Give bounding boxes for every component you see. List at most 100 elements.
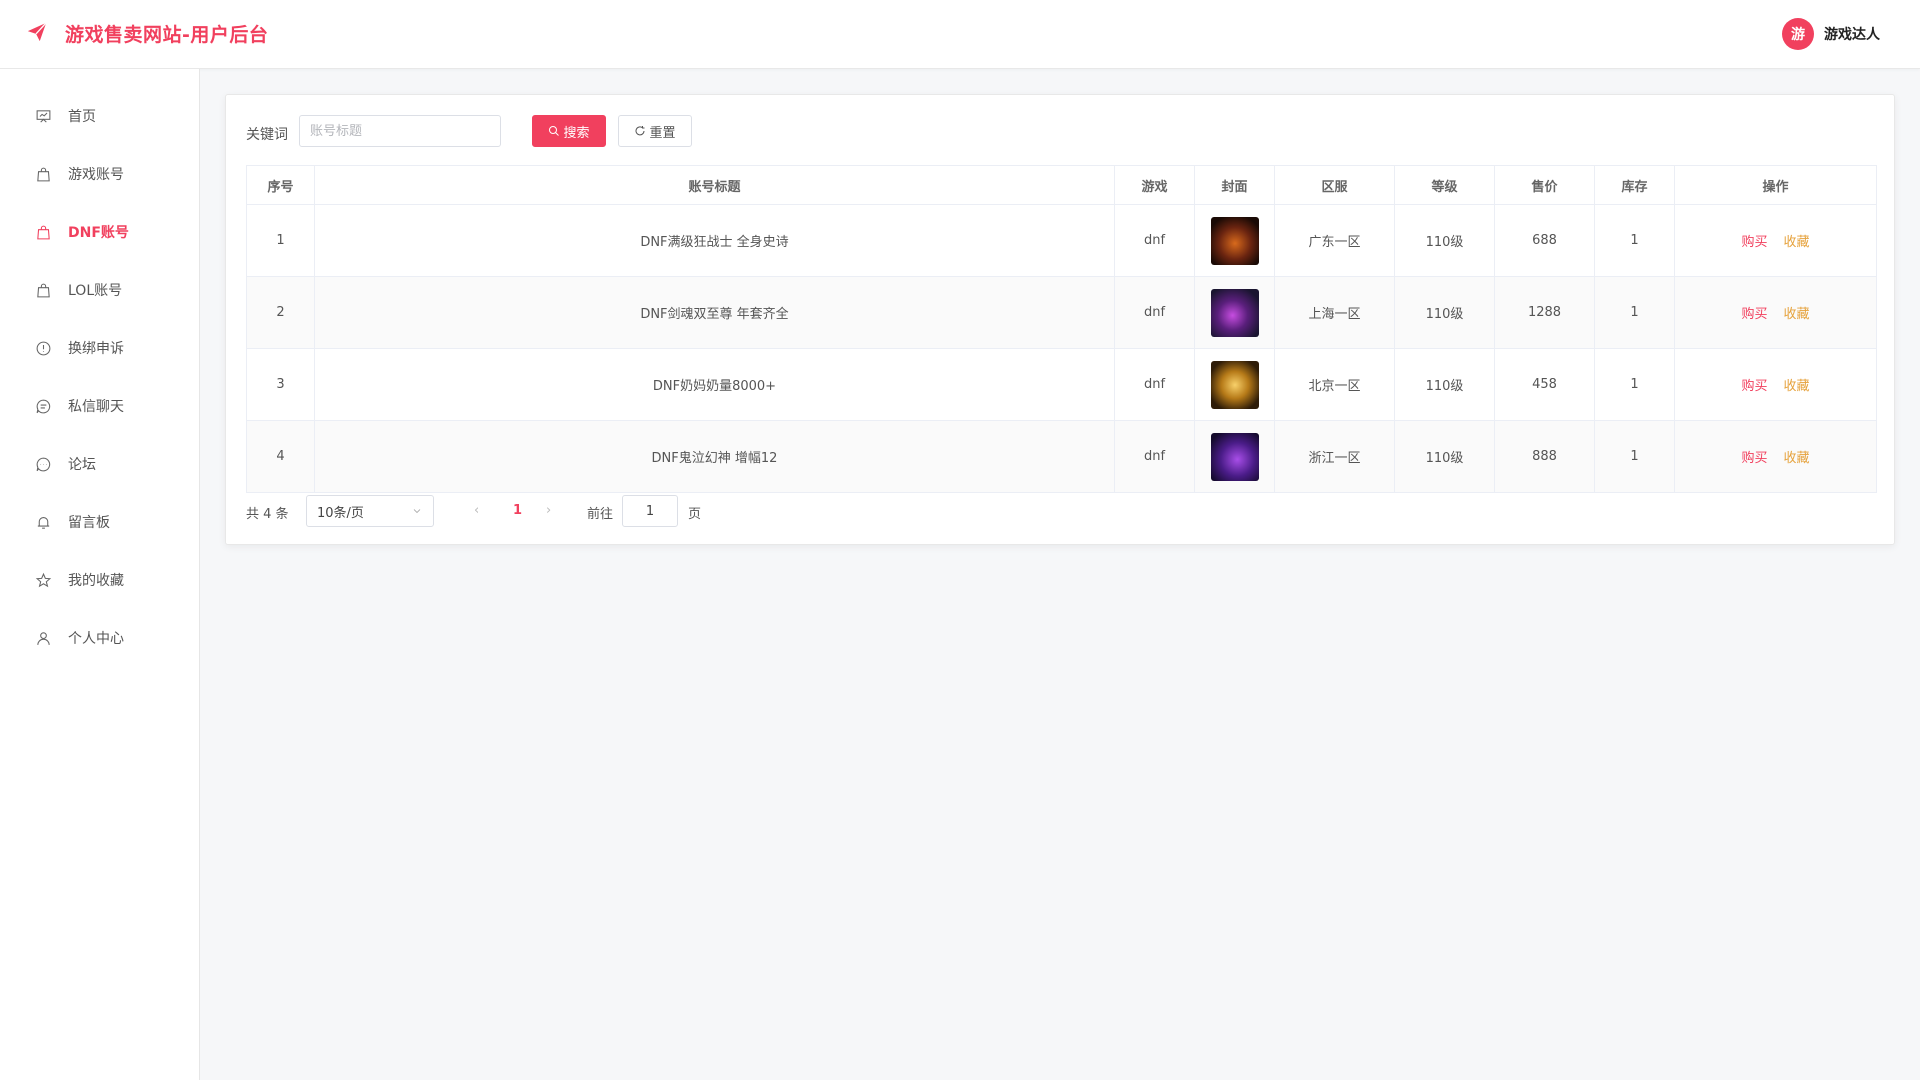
column-header: 账号标题 bbox=[314, 165, 1115, 205]
page-size-select[interactable]: 10条/页 bbox=[306, 495, 434, 527]
stock: 1 bbox=[1594, 348, 1675, 421]
favorite-link[interactable]: 收藏 bbox=[1784, 451, 1810, 466]
stock: 1 bbox=[1594, 204, 1675, 277]
sidebar-item-rebind-appeal[interactable]: 换绑申诉 bbox=[0, 328, 199, 368]
actions-cell: 购买 收藏 bbox=[1674, 420, 1877, 493]
level: 110级 bbox=[1394, 276, 1495, 349]
sidebar-item-label: 我的收藏 bbox=[68, 573, 124, 589]
accounts-table: 序号 账号标题 游戏 封面 区服 等级 售价 库存 操作 1 DNF满级狂战士 … bbox=[246, 165, 1877, 493]
top-header: 游戏售卖网站-用户后台 游 游戏达人 bbox=[0, 0, 1920, 69]
shopping-bag-icon bbox=[34, 281, 52, 299]
cover-cell bbox=[1194, 276, 1275, 349]
search-button[interactable]: 搜索 bbox=[532, 115, 606, 147]
sidebar-item-favorites[interactable]: 我的收藏 bbox=[0, 560, 199, 600]
chat-dots-icon bbox=[34, 455, 52, 473]
chat-lines-icon bbox=[34, 397, 52, 415]
pagination: 共 4 条 10条/页 ‹ 1 › 前往 页 bbox=[246, 495, 846, 527]
cover-cell bbox=[1194, 348, 1275, 421]
reset-button-label: 重置 bbox=[649, 125, 676, 141]
reset-button[interactable]: 重置 bbox=[618, 115, 692, 147]
game-name: dnf bbox=[1114, 420, 1195, 493]
bell-icon bbox=[34, 513, 52, 531]
sidebar-item-message-board[interactable]: 留言板 bbox=[0, 502, 199, 542]
buy-link[interactable]: 购买 bbox=[1741, 379, 1767, 394]
sidebar: 首页 游戏账号 DNF账号 LOL账号 换绑申诉 私信聊天 论坛 留言板 我的收… bbox=[0, 69, 200, 1080]
favorite-link[interactable]: 收藏 bbox=[1784, 379, 1810, 394]
column-header: 操作 bbox=[1674, 165, 1877, 205]
goto-page-input[interactable] bbox=[622, 495, 678, 527]
cover-cell bbox=[1194, 420, 1275, 493]
warning-circle-icon bbox=[34, 339, 52, 357]
table-row[interactable]: 3 DNF奶妈奶量8000+ dnf 北京一区 110级 458 1 购买 收藏 bbox=[246, 348, 1877, 421]
price: 1288 bbox=[1494, 276, 1595, 349]
user-icon bbox=[34, 629, 52, 647]
account-title: DNF满级狂战士 全身史诗 bbox=[314, 204, 1115, 277]
sidebar-item-game-accounts[interactable]: 游戏账号 bbox=[0, 154, 199, 194]
favorite-link[interactable]: 收藏 bbox=[1784, 235, 1810, 250]
price: 888 bbox=[1494, 420, 1595, 493]
column-header: 区服 bbox=[1274, 165, 1395, 205]
total-count: 共 4 条 bbox=[246, 507, 289, 522]
sidebar-item-dnf-accounts[interactable]: DNF账号 bbox=[0, 212, 199, 252]
table-row[interactable]: 1 DNF满级狂战士 全身史诗 dnf 广东一区 110级 688 1 购买 收藏 bbox=[246, 204, 1877, 277]
sidebar-item-label: 论坛 bbox=[68, 457, 96, 473]
table-header-row: 序号 账号标题 游戏 封面 区服 等级 售价 库存 操作 bbox=[246, 165, 1877, 205]
sidebar-item-label: 首页 bbox=[68, 109, 96, 125]
buy-link[interactable]: 购买 bbox=[1741, 307, 1767, 322]
search-input[interactable] bbox=[299, 115, 501, 147]
stock: 1 bbox=[1594, 420, 1675, 493]
buy-link[interactable]: 购买 bbox=[1741, 235, 1767, 250]
next-page-button[interactable]: › bbox=[546, 503, 551, 518]
prev-page-button[interactable]: ‹ bbox=[474, 503, 479, 518]
cover-image[interactable] bbox=[1210, 288, 1259, 337]
favorite-link[interactable]: 收藏 bbox=[1784, 307, 1810, 322]
column-header: 库存 bbox=[1594, 165, 1675, 205]
row-index: 2 bbox=[246, 276, 315, 349]
paper-plane-icon bbox=[26, 21, 48, 47]
presentation-icon bbox=[34, 107, 52, 125]
level: 110级 bbox=[1394, 204, 1495, 277]
sidebar-item-label: DNF账号 bbox=[68, 225, 129, 241]
column-header: 游戏 bbox=[1114, 165, 1195, 205]
price: 458 bbox=[1494, 348, 1595, 421]
actions-cell: 购买 收藏 bbox=[1674, 276, 1877, 349]
table-row[interactable]: 4 DNF鬼泣幻神 增幅12 dnf 浙江一区 110级 888 1 购买 收藏 bbox=[246, 420, 1877, 493]
table-row[interactable]: 2 DNF剑魂双至尊 年套齐全 dnf 上海一区 110级 1288 1 购买 收… bbox=[246, 276, 1877, 349]
server: 上海一区 bbox=[1274, 276, 1395, 349]
level: 110级 bbox=[1394, 348, 1495, 421]
sidebar-item-label: 私信聊天 bbox=[68, 399, 124, 415]
row-index: 4 bbox=[246, 420, 315, 493]
sidebar-item-label: LOL账号 bbox=[68, 283, 123, 299]
sidebar-item-label: 个人中心 bbox=[68, 631, 124, 647]
cover-image[interactable] bbox=[1210, 216, 1259, 265]
buy-link[interactable]: 购买 bbox=[1741, 451, 1767, 466]
sidebar-item-private-chat[interactable]: 私信聊天 bbox=[0, 386, 199, 426]
brand[interactable]: 游戏售卖网站-用户后台 bbox=[26, 20, 268, 47]
chevron-down-icon bbox=[413, 509, 421, 514]
server: 北京一区 bbox=[1274, 348, 1395, 421]
avatar[interactable]: 游 bbox=[1782, 18, 1814, 50]
account-title: DNF奶妈奶量8000+ bbox=[314, 348, 1115, 421]
app-title: 游戏售卖网站-用户后台 bbox=[65, 24, 269, 46]
stock: 1 bbox=[1594, 276, 1675, 349]
cover-image[interactable] bbox=[1210, 432, 1259, 481]
cover-cell bbox=[1194, 204, 1275, 277]
sidebar-item-forum[interactable]: 论坛 bbox=[0, 444, 199, 484]
accounts-card: 关键词 搜索 重置 序号 账号标题 游戏 封面 区服 等级 售价 库存 操作 bbox=[225, 94, 1895, 545]
refresh-icon bbox=[636, 126, 645, 136]
column-header: 封面 bbox=[1194, 165, 1275, 205]
column-header: 序号 bbox=[246, 165, 315, 205]
sidebar-item-label: 留言板 bbox=[68, 515, 110, 531]
price: 688 bbox=[1494, 204, 1595, 277]
account-title: DNF剑魂双至尊 年套齐全 bbox=[314, 276, 1115, 349]
user-menu[interactable]: 游 游戏达人 bbox=[1782, 18, 1880, 50]
cover-image[interactable] bbox=[1210, 360, 1259, 409]
page-size-value: 10条/页 bbox=[317, 505, 364, 521]
username[interactable]: 游戏达人 bbox=[1824, 24, 1880, 44]
sidebar-item-profile[interactable]: 个人中心 bbox=[0, 618, 199, 658]
sidebar-item-lol-accounts[interactable]: LOL账号 bbox=[0, 270, 199, 310]
current-page[interactable]: 1 bbox=[513, 503, 522, 518]
sidebar-item-home[interactable]: 首页 bbox=[0, 96, 199, 136]
game-name: dnf bbox=[1114, 204, 1195, 277]
keyword-label: 关键词 bbox=[246, 127, 288, 143]
